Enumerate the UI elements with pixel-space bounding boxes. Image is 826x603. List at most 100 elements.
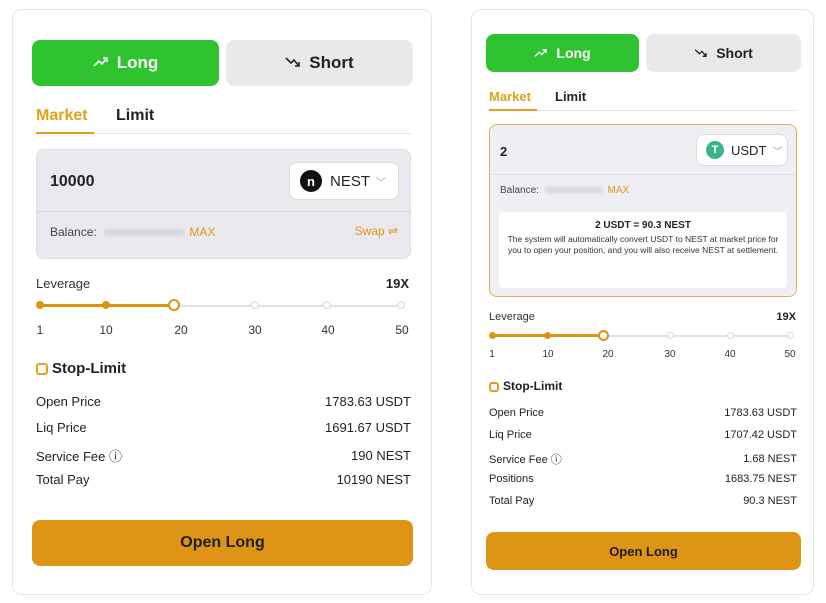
short-tab-label: Short (716, 45, 753, 61)
slider-step-dot (787, 332, 794, 339)
leverage-label: Leverage (489, 311, 535, 323)
stop-limit-toggle[interactable]: Stop-Limit (36, 360, 126, 377)
slider-step-dot (36, 301, 44, 309)
row-label: Open Price (36, 394, 102, 409)
leverage-label: Leverage (36, 276, 91, 291)
conversion-info-box: 2 USDT = 90.3 NEST The system will autom… (499, 212, 787, 288)
tab-active-underline (36, 132, 94, 134)
slider-step-dot (251, 301, 259, 309)
short-tab-button[interactable]: Short (226, 40, 413, 86)
leverage-value: 19X (776, 311, 796, 323)
amount-input[interactable]: 10000 (50, 173, 95, 191)
balance-value-redacted (544, 187, 603, 194)
slider-thumb[interactable] (598, 330, 609, 341)
leverage-value: 19X (385, 276, 409, 291)
balance-label: Balance: (500, 185, 539, 196)
conversion-text: The system will automatically convert US… (507, 234, 779, 255)
stop-limit-checkbox[interactable] (36, 363, 48, 376)
row-label: Positions (489, 473, 534, 485)
stop-limit-label: Stop-Limit (52, 360, 127, 377)
summary-row: Service Fee ⓘ 1.68 NEST (489, 451, 797, 467)
long-tab-label: Long (116, 53, 159, 72)
token-selector-label: NEST (330, 172, 371, 190)
balance-label: Balance: (50, 225, 97, 239)
row-value: 10190 NEST (336, 472, 411, 487)
trend-down-icon (285, 53, 301, 73)
tab-limit[interactable]: Limit (555, 89, 586, 104)
amount-input[interactable]: 2 (500, 144, 507, 159)
open-long-button[interactable]: Open Long (486, 532, 801, 570)
row-value: 90.3 NEST (743, 495, 797, 507)
open-long-button[interactable]: Open Long (32, 520, 413, 566)
long-tab-button[interactable]: Long (32, 40, 219, 86)
chevron-down-icon: ﹀ (772, 146, 783, 158)
nest-coin-icon: n (300, 170, 322, 192)
slider-step-dot (102, 301, 110, 309)
leverage-tick: 30 (248, 323, 262, 337)
leverage-tick: 40 (321, 323, 335, 337)
balance-value-redacted (104, 229, 185, 237)
short-tab-button[interactable]: Short (646, 34, 801, 72)
stop-limit-toggle[interactable]: Stop-Limit (489, 379, 562, 393)
tab-active-underline (489, 109, 537, 111)
input-inner-divider (37, 211, 410, 212)
trend-up-icon (93, 53, 109, 73)
max-button[interactable]: MAX (607, 185, 629, 196)
leverage-tick: 10 (99, 323, 113, 337)
summary-row: Open Price 1783.63 USDT (36, 394, 411, 409)
stop-limit-checkbox[interactable] (489, 381, 499, 392)
amount-input-box: 2 T USDT ﹀ Balance: MAX 2 USDT = 90.3 NE… (489, 124, 797, 297)
leverage-tick: 1 (489, 349, 495, 360)
stop-limit-label: Stop-Limit (503, 379, 563, 393)
row-value: 1783.63 USDT (724, 407, 797, 419)
row-value: 1707.42 USDT (724, 429, 797, 441)
row-value: 1.68 NEST (743, 453, 797, 465)
balance-row: Balance: MAX (50, 225, 215, 239)
swap-button[interactable]: Swap ⇌ (355, 224, 398, 238)
leverage-tick: 20 (602, 349, 614, 360)
leverage-tick: 20 (174, 323, 188, 337)
row-label: Service Fee ⓘ (489, 454, 562, 466)
row-label: Liq Price (489, 429, 532, 441)
balance-row: Balance: MAX (500, 185, 629, 196)
leverage-tick: 10 (542, 349, 554, 360)
tab-limit[interactable]: Limit (116, 107, 154, 125)
slider-thumb[interactable] (168, 299, 180, 311)
tab-market[interactable]: Market (36, 107, 88, 125)
row-label: Service Fee ⓘ (36, 449, 122, 464)
row-label: Total Pay (36, 472, 90, 487)
leverage-tick: 50 (784, 349, 796, 360)
amount-input-box: 10000 n NEST ﹀ Balance: MAX Swap ⇌ (36, 149, 411, 259)
long-tab-button[interactable]: Long (486, 34, 639, 72)
conversion-title: 2 USDT = 90.3 NEST (595, 220, 691, 231)
long-tab-label: Long (556, 45, 591, 61)
token-selector-label: USDT (731, 142, 767, 158)
leverage-tick: 40 (724, 349, 736, 360)
usdt-coin-icon: T (706, 141, 724, 159)
slider-step-dot (667, 332, 674, 339)
left-trade-panel: Long Short Market Limit 10000 n NEST ﹀ B… (12, 9, 432, 595)
summary-row: Total Pay 10190 NEST (36, 472, 411, 487)
leverage-tick: 50 (395, 323, 409, 337)
row-value: 190 NEST (351, 448, 411, 463)
tab-market[interactable]: Market (489, 89, 531, 104)
slider-step-dot (323, 301, 331, 309)
trend-down-icon (694, 45, 708, 61)
slider-step-dot (489, 332, 496, 339)
right-trade-panel: Long Short Market Limit 2 T USDT ﹀ Balan… (471, 9, 814, 595)
leverage-tick: 1 (36, 323, 44, 337)
leverage-tick: 30 (664, 349, 676, 360)
summary-row: Open Price 1783.63 USDT (489, 407, 797, 419)
trend-up-icon (534, 45, 548, 61)
row-label: Total Pay (489, 495, 535, 507)
slider-step-dot (397, 301, 405, 309)
token-selector[interactable]: T USDT ﹀ (696, 134, 788, 166)
summary-row: Liq Price 1707.42 USDT (489, 429, 797, 441)
input-inner-divider (490, 174, 796, 175)
token-selector[interactable]: n NEST ﹀ (289, 162, 399, 200)
row-value: 1683.75 NEST (724, 473, 797, 485)
short-tab-label: Short (309, 53, 354, 72)
max-button[interactable]: MAX (189, 225, 215, 239)
slider-step-dot (727, 332, 734, 339)
chevron-down-icon: ﹀ (376, 177, 387, 189)
